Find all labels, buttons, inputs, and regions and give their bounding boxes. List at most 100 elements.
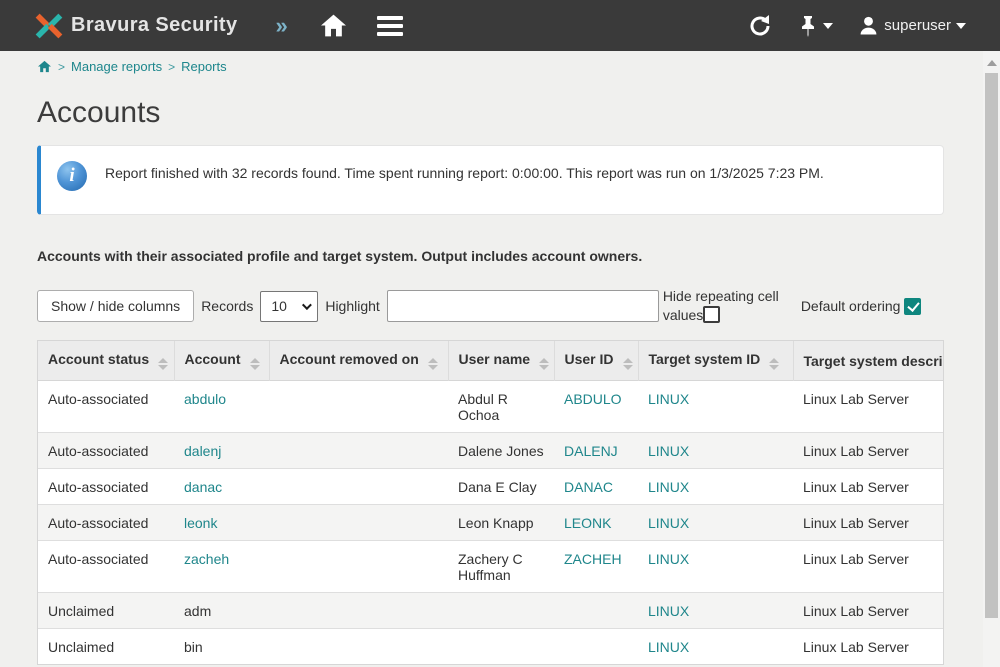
user-id-link[interactable]: LEONK: [564, 515, 611, 531]
menu-icon[interactable]: [377, 16, 403, 36]
cell-removed-on: [269, 541, 448, 593]
breadcrumb: > Manage reports > Reports: [37, 59, 944, 74]
hide-repeating-checkbox[interactable]: [703, 306, 720, 323]
cell-removed-on: [269, 381, 448, 433]
user-name: superuser: [884, 17, 951, 34]
chevron-down-icon: [302, 300, 312, 310]
user-id-link[interactable]: DALENJ: [564, 443, 618, 459]
cell-removed-on: [269, 505, 448, 541]
report-description: Accounts with their associated profile a…: [37, 248, 944, 264]
cell-account-status: Auto-associated: [38, 433, 174, 469]
target-system-link[interactable]: LINUX: [648, 551, 689, 567]
cell-target-desc: Linux Lab Server: [793, 433, 944, 469]
default-ordering-label: Default ordering: [801, 298, 922, 315]
show-hide-columns-button[interactable]: Show / hide columns: [37, 290, 194, 322]
report-status-alert: i Report finished with 32 records found.…: [37, 145, 944, 215]
user-menu[interactable]: superuser: [859, 16, 966, 35]
accounts-table: Account status Account Account removed o…: [37, 340, 944, 665]
highlight-input[interactable]: [387, 290, 659, 322]
pin-menu-icon[interactable]: [798, 14, 833, 38]
scrollbar-thumb[interactable]: [985, 73, 998, 618]
column-header-user-name[interactable]: User name: [448, 341, 554, 381]
table-row: Auto-associated dalenj Dalene Jones DALE…: [38, 433, 944, 469]
table-row: Auto-associated abdulo Abdul R Ochoa ABD…: [38, 381, 944, 433]
user-id-link[interactable]: ABDULO: [564, 391, 622, 407]
cell-user-name: Dalene Jones: [448, 433, 554, 469]
user-id-link[interactable]: ZACHEH: [564, 551, 622, 567]
brand-logo[interactable]: Bravura Security: [34, 11, 237, 41]
account-link[interactable]: zacheh: [184, 551, 229, 567]
cell-removed-on: [269, 629, 448, 665]
breadcrumb-manage-reports[interactable]: Manage reports: [71, 59, 162, 74]
column-header-account-status[interactable]: Account status: [38, 341, 174, 381]
target-system-link[interactable]: LINUX: [648, 603, 689, 619]
cell-target-desc: Linux Lab Server: [793, 381, 944, 433]
column-header-target-system-id[interactable]: Target system ID: [638, 341, 793, 381]
table-row: Auto-associated danac Dana E Clay DANAC …: [38, 469, 944, 505]
user-id-link[interactable]: DANAC: [564, 479, 613, 495]
cell-target-desc: Linux Lab Server: [793, 505, 944, 541]
hide-repeating-label: Hide repeating cell values: [663, 288, 791, 324]
records-label: Records: [201, 298, 253, 314]
cell-target-desc: Linux Lab Server: [793, 593, 944, 629]
account-link[interactable]: dalenj: [184, 443, 221, 459]
target-system-link[interactable]: LINUX: [648, 443, 689, 459]
breadcrumb-reports[interactable]: Reports: [181, 59, 227, 74]
target-system-link[interactable]: LINUX: [648, 639, 689, 655]
cell-account-status: Auto-associated: [38, 381, 174, 433]
refresh-icon[interactable]: [748, 14, 772, 38]
table-body: Auto-associated abdulo Abdul R Ochoa ABD…: [38, 381, 944, 665]
table-row: Unclaimed bin LINUX Linux Lab Server: [38, 629, 944, 665]
home-icon[interactable]: [320, 13, 347, 38]
cell-removed-on: [269, 433, 448, 469]
page-title: Accounts: [37, 96, 944, 130]
cell-user-name: Dana E Clay: [448, 469, 554, 505]
user-caret-icon: [956, 23, 966, 29]
account-link[interactable]: leonk: [184, 515, 217, 531]
vertical-scrollbar[interactable]: [983, 51, 1000, 667]
cell-target-desc: Linux Lab Server: [793, 541, 944, 593]
sort-icon: [539, 358, 549, 370]
default-ordering-checkbox[interactable]: [904, 298, 921, 315]
cell-user-name: [448, 629, 554, 665]
sort-icon: [769, 358, 779, 370]
cell-account-status: Auto-associated: [38, 505, 174, 541]
cell-account-status: Unclaimed: [38, 629, 174, 665]
sort-icon: [428, 358, 438, 370]
cell-target-desc: Linux Lab Server: [793, 629, 944, 665]
cell-removed-on: [269, 469, 448, 505]
account-link[interactable]: abdulo: [184, 391, 226, 407]
target-system-link[interactable]: LINUX: [648, 515, 689, 531]
scrollbar-up-arrow-icon[interactable]: [987, 60, 997, 66]
alert-text: Report finished with 32 records found. T…: [105, 161, 824, 185]
info-icon: i: [57, 161, 87, 191]
pin-caret-icon: [823, 23, 833, 29]
table-controls: Show / hide columns Records 10 Highlight…: [37, 288, 944, 324]
top-navbar: Bravura Security »: [0, 0, 1000, 51]
expand-sidebar-icon[interactable]: »: [275, 13, 287, 39]
pinwheel-x-logo-icon: [34, 11, 64, 41]
breadcrumb-separator: >: [168, 60, 175, 74]
table-row: Auto-associated leonk Leon Knapp LEONK L…: [38, 505, 944, 541]
breadcrumb-separator: >: [58, 60, 65, 74]
highlight-label: Highlight: [325, 298, 379, 314]
sort-icon: [158, 358, 168, 370]
breadcrumb-home-icon[interactable]: [37, 60, 52, 73]
cell-user-name: [448, 593, 554, 629]
brand-name: Bravura Security: [71, 14, 237, 37]
account-link[interactable]: danac: [184, 479, 222, 495]
table-row: Unclaimed adm LINUX Linux Lab Server: [38, 593, 944, 629]
records-select-value: 10: [271, 298, 287, 314]
records-select[interactable]: 10: [260, 291, 318, 322]
column-header-target-system-description[interactable]: Target system description: [793, 341, 944, 381]
cell-account-status: Auto-associated: [38, 541, 174, 593]
cell-user-name: Zachery C Huffman: [448, 541, 554, 593]
target-system-link[interactable]: LINUX: [648, 479, 689, 495]
column-header-account[interactable]: Account: [174, 341, 269, 381]
sort-icon: [250, 358, 260, 370]
column-header-account-removed-on[interactable]: Account removed on: [269, 341, 448, 381]
target-system-link[interactable]: LINUX: [648, 391, 689, 407]
sort-icon: [623, 358, 633, 370]
cell-account-status: Auto-associated: [38, 469, 174, 505]
column-header-user-id[interactable]: User ID: [554, 341, 638, 381]
